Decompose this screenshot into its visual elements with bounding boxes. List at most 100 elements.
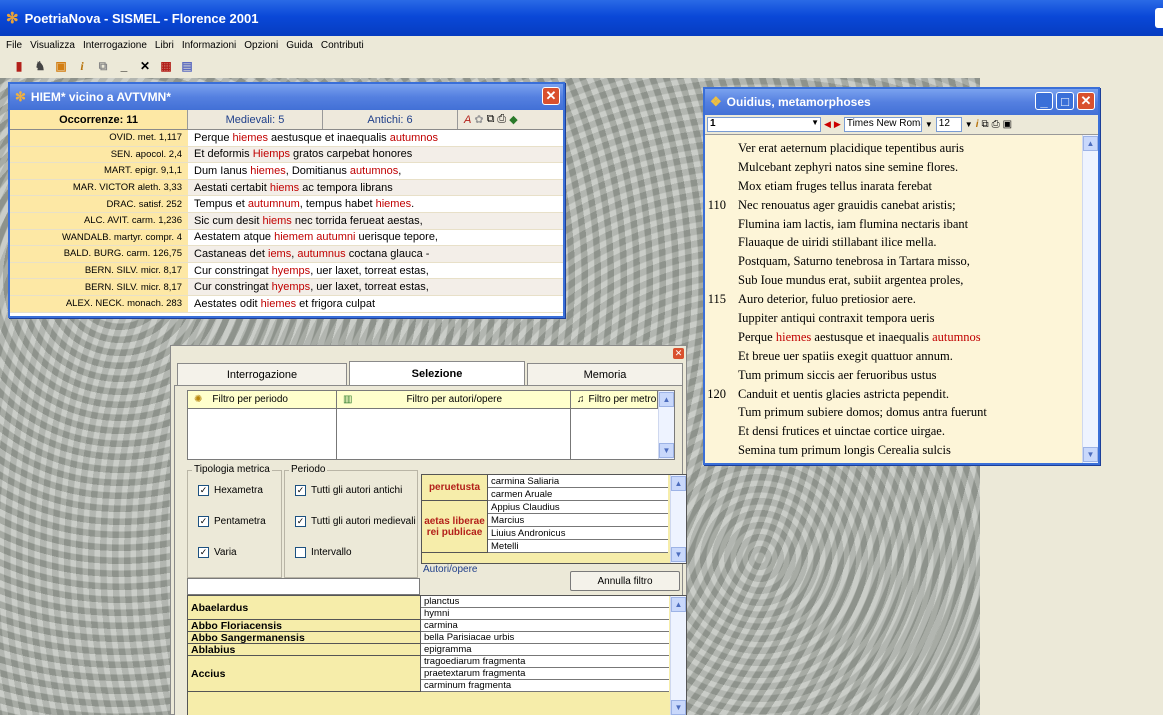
- verse-line[interactable]: Postquam, Saturno tenebrosa in Tartara m…: [705, 252, 1082, 271]
- document-icon[interactable]: ▤: [178, 57, 196, 75]
- font-style-icon[interactable]: A: [464, 114, 471, 126]
- scroll-down-icon[interactable]: ▼: [659, 443, 674, 458]
- verse-line[interactable]: 110 Nec renouatus ager grauidis canebat a…: [705, 196, 1082, 215]
- verse-line[interactable]: Semina tum primum longis Cerealia sulcis: [705, 441, 1082, 460]
- author-search-input[interactable]: [187, 578, 420, 595]
- meter-filter-header[interactable]: ♫ Filtro per metro: [571, 391, 658, 409]
- grid-icon[interactable]: ▦: [157, 57, 175, 75]
- books-icon[interactable]: ▮: [10, 57, 28, 75]
- chevron-down-icon[interactable]: ▼: [925, 120, 933, 129]
- close-button[interactable]: ✕: [1077, 92, 1095, 110]
- authors-filter-header[interactable]: ▥ Filtro per autori/opere: [337, 391, 571, 409]
- work-entry[interactable]: planctus: [421, 596, 669, 608]
- ancient-count[interactable]: Antichi: 6: [323, 110, 458, 129]
- period-filter-list[interactable]: [188, 409, 337, 459]
- checkbox-box[interactable]: ✓: [295, 516, 306, 527]
- menu-item-contributi[interactable]: Contributi: [321, 40, 364, 51]
- verse-line[interactable]: Sub Ioue mundus erat, subiit argentea pr…: [705, 271, 1082, 290]
- scroll-up-icon[interactable]: ▲: [671, 476, 686, 491]
- work-entry[interactable]: carmina: [421, 620, 669, 632]
- result-row[interactable]: WANDALB. martyr. compr. 4 Aestatem atque …: [10, 229, 563, 247]
- author-name[interactable]: Abbo Sangermanensis: [188, 632, 421, 644]
- scroll-down-icon[interactable]: ▼: [1083, 447, 1098, 462]
- book-selector[interactable]: 1 ▼: [707, 117, 821, 132]
- author-name[interactable]: Accius: [188, 656, 421, 692]
- checkbox-box[interactable]: ✓: [198, 516, 209, 527]
- verse-line[interactable]: 120 Canduit et uentis glacies astricta pe…: [705, 385, 1082, 404]
- maximize-button[interactable]: □: [1056, 92, 1074, 110]
- authors-filter-list[interactable]: [337, 409, 571, 459]
- text-window-title-bar[interactable]: ❖ Ouidius, metamorphoses _ □ ✕: [705, 89, 1098, 115]
- verse-line[interactable]: Et breue uer spatiis exegit quattuor ann…: [705, 347, 1082, 366]
- chevron-down-icon[interactable]: ▼: [965, 120, 973, 129]
- era-scrollbar[interactable]: ▲ ▼: [670, 475, 686, 563]
- close-button[interactable]: ✕: [673, 348, 684, 359]
- close-button[interactable]: ✕: [542, 87, 560, 105]
- verse-line[interactable]: Flauaque de uiridi stillabant ilice mell…: [705, 233, 1082, 252]
- verse-line[interactable]: 115 Auro deterior, fuluo pretiosior aere.: [705, 290, 1082, 309]
- settings-icon[interactable]: ✿: [474, 113, 483, 126]
- verse-line[interactable]: Ver erat aeternum placidique tepentibus …: [705, 139, 1082, 158]
- tab-selezione[interactable]: Selezione: [349, 361, 525, 385]
- menu-item-opzioni[interactable]: Opzioni: [244, 40, 278, 51]
- verse-line[interactable]: Flumina iam lactis, iam flumina nectaris…: [705, 215, 1082, 234]
- era-entry[interactable]: Marcius: [488, 514, 668, 527]
- scroll-up-icon[interactable]: ▲: [671, 597, 686, 612]
- cancel-filter-button[interactable]: Annulla filtro: [570, 571, 680, 591]
- work-entry[interactable]: epigramma: [421, 644, 669, 656]
- result-row[interactable]: MAR. VICTOR aleth. 3,33 Aestati certabit …: [10, 179, 563, 197]
- result-row[interactable]: OVID. met. 1,117 Perque hiemes aestusque …: [10, 130, 563, 147]
- era-name[interactable]: peruetusta: [422, 475, 488, 501]
- font-name-select[interactable]: Times New Roma: [843, 117, 922, 132]
- menu-item-informazioni[interactable]: Informazioni: [182, 40, 236, 51]
- copy-icon[interactable]: ⧉: [487, 113, 495, 126]
- checkbox-box[interactable]: ✓: [295, 485, 306, 496]
- medieval-count[interactable]: Medievali: 5: [188, 110, 323, 129]
- author-name[interactable]: Ablabius: [188, 644, 421, 656]
- prev-arrow-icon[interactable]: ◀: [824, 119, 831, 130]
- era-entry[interactable]: carmen Aruale: [488, 488, 668, 501]
- verse-line[interactable]: Mulcebant zephyri natos sine semine flor…: [705, 158, 1082, 177]
- result-row[interactable]: ALEX. NECK. monach. 283 Aestates odit hie…: [10, 295, 563, 313]
- verse-line[interactable]: Tum primum siccis aer feruoribus ustus: [705, 366, 1082, 385]
- filter-scrollbar[interactable]: ▲ ▼: [658, 391, 674, 459]
- result-row[interactable]: ALC. AVIT. carm. 1,236 Sic cum desit hiem…: [10, 212, 563, 230]
- work-entry[interactable]: carminum fragmenta: [421, 680, 669, 692]
- info-icon[interactable]: i: [73, 57, 91, 75]
- author-name[interactable]: Abbo Floriacensis: [188, 620, 421, 632]
- minimize-icon[interactable]: _: [115, 57, 133, 75]
- close-x-icon[interactable]: ✕: [136, 57, 154, 75]
- folder-icon[interactable]: ▣: [52, 57, 70, 75]
- menu-item-file[interactable]: File: [6, 40, 22, 51]
- scroll-down-icon[interactable]: ▼: [671, 547, 686, 562]
- tab-interrogazione[interactable]: Interrogazione: [177, 363, 347, 385]
- result-row[interactable]: BERN. SILV. micr. 8,17 Cur constringat hy…: [10, 279, 563, 296]
- checkbox-varia[interactable]: ✓ Varia: [198, 547, 237, 558]
- author-name[interactable]: Abaelardus: [188, 596, 421, 620]
- menu-item-visualizza[interactable]: Visualizza: [30, 40, 75, 51]
- font-size-select[interactable]: 12: [935, 117, 962, 132]
- save-icon[interactable]: ▣: [1003, 119, 1012, 130]
- export-icon[interactable]: ◆: [509, 113, 517, 126]
- minimize-button[interactable]: _: [1035, 92, 1053, 110]
- result-row[interactable]: MART. epigr. 9,1,1 Dum Ianus hiemes, Domi…: [10, 163, 563, 180]
- checkbox-hexametra[interactable]: ✓ Hexametra: [198, 485, 263, 496]
- work-entry[interactable]: tragoediarum fragmenta: [421, 656, 669, 668]
- copy-icon[interactable]: ⧉: [981, 119, 988, 130]
- period-filter-header[interactable]: ✺ Filtro per periodo: [188, 391, 337, 409]
- result-row[interactable]: SEN. apocol. 2,4 Et deformis Hiemps grato…: [10, 146, 563, 164]
- result-row[interactable]: DRAC. satisf. 252 Tempus et autumnum, tem…: [10, 196, 563, 213]
- menu-item-libri[interactable]: Libri: [155, 40, 174, 51]
- verse-line[interactable]: Et densi frutices et uinctae cortice uir…: [705, 422, 1082, 441]
- result-row[interactable]: BALD. BURG. carm. 126,75 Castaneas det ie…: [10, 246, 563, 263]
- query-window-title-bar[interactable]: ✻ HIEM* vicino a AVTVMN* ✕: [10, 84, 563, 110]
- checkbox-pentametra[interactable]: ✓ Pentametra: [198, 516, 266, 527]
- checkbox-box[interactable]: [295, 547, 306, 558]
- verse-line[interactable]: Tum primum subiere domos; domus antra fu…: [705, 403, 1082, 422]
- next-arrow-icon[interactable]: ▶: [834, 119, 841, 130]
- era-entry[interactable]: Appius Claudius: [488, 501, 668, 514]
- author-scrollbar[interactable]: ▲ ▼: [670, 596, 686, 715]
- checkbox-box[interactable]: ✓: [198, 485, 209, 496]
- binoculars-icon[interactable]: ♞: [31, 57, 49, 75]
- verse-line[interactable]: Perque hiemes aestusque et inaequalis au…: [705, 328, 1082, 347]
